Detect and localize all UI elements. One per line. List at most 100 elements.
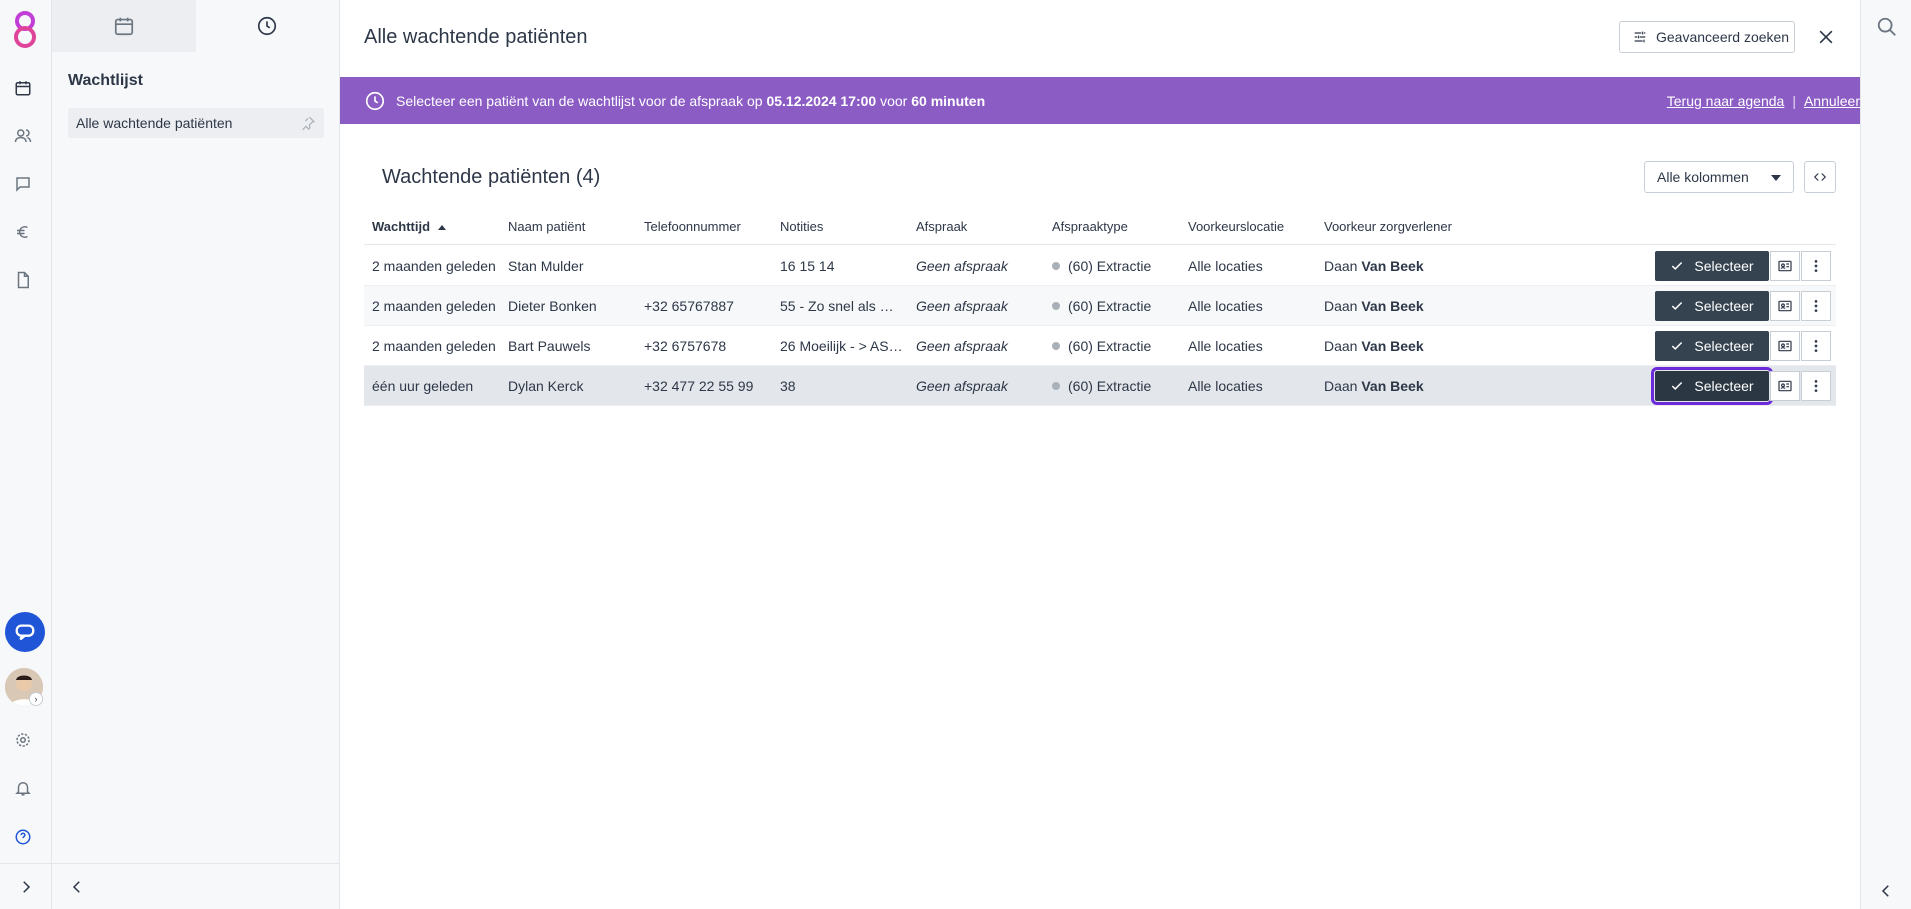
sidebar-item-label: Alle wachtende patiënten [76, 115, 233, 131]
table-row[interactable]: 2 maanden geleden Dieter Bonken +32 657678… [364, 286, 1836, 326]
sidebar-item-all-waiting[interactable]: Alle wachtende patiënten [68, 108, 324, 138]
app-logo-icon[interactable] [8, 8, 42, 52]
patient-card-icon[interactable] [1770, 371, 1800, 401]
patient-card-icon[interactable] [1770, 251, 1800, 281]
close-icon[interactable] [1815, 26, 1837, 48]
provider-last-name: Van Beek [1361, 378, 1424, 394]
advanced-search-button[interactable]: Geavanceerd zoeken [1619, 21, 1795, 53]
settings-gear-icon[interactable] [13, 730, 33, 750]
cell-afspraak: Geen afspraak [916, 366, 1040, 406]
more-options-icon[interactable] [1801, 251, 1831, 281]
support-chat-button[interactable] [5, 612, 45, 652]
col-header-zorgverlener[interactable]: Voorkeur zorgverlener [1324, 219, 1452, 234]
waitlist-sidebar: Wachtlijst Alle wachtende patiënten [52, 0, 340, 909]
table-row[interactable]: 2 maanden geleden Bart Pauwels +32 6757678… [364, 326, 1836, 366]
patient-card-icon[interactable] [1770, 331, 1800, 361]
col-header-afspraak[interactable]: Afspraak [916, 219, 967, 234]
chevron-left-icon[interactable] [1877, 882, 1895, 905]
expand-rail-chevron-icon[interactable] [0, 863, 52, 909]
sidebar-tabs [52, 0, 339, 52]
calendar-icon[interactable] [13, 78, 33, 98]
back-to-agenda-link[interactable]: Terug naar agenda [1667, 93, 1785, 109]
status-dot-icon [1052, 302, 1060, 310]
cell-text: 2 maanden geleden [372, 258, 496, 274]
sort-ascending-icon [438, 225, 447, 231]
select-button-label: Selecteer [1694, 338, 1754, 354]
pin-icon[interactable] [300, 115, 316, 134]
cell-text: 2 maanden geleden [372, 298, 496, 314]
toggle-columns-code-icon[interactable] [1804, 161, 1836, 193]
cell-locatie: Alle locaties [1188, 286, 1312, 326]
check-icon [1672, 261, 1683, 270]
tab-calendar[interactable] [52, 0, 196, 52]
cell-zorgverlener: Daan Van Beek [1324, 286, 1524, 326]
col-header-afspraaktype[interactable]: Afspraaktype [1052, 219, 1128, 234]
check-icon [1672, 301, 1683, 310]
select-patient-button[interactable]: Selecteer [1655, 331, 1769, 361]
tab-waitlist[interactable] [195, 0, 339, 52]
provider-first-name: Daan [1324, 298, 1358, 314]
provider-first-name: Daan [1324, 378, 1358, 394]
banner-separator: | [1792, 92, 1796, 109]
cell-text: Geen afspraak [916, 298, 1008, 314]
collapse-sidebar-chevron-icon[interactable] [52, 863, 340, 909]
cell-text: +32 6757678 [644, 338, 727, 354]
sliders-icon [1634, 31, 1646, 43]
col-header-telefoon[interactable]: Telefoonnummer [644, 219, 741, 234]
select-patient-button[interactable]: Selecteer [1655, 251, 1769, 281]
billing-euro-icon[interactable] [13, 222, 33, 242]
cell-wachttijd: 2 maanden geleden [372, 286, 496, 326]
patient-card-icon[interactable] [1770, 291, 1800, 321]
columns-select[interactable]: Alle kolommen [1644, 161, 1794, 193]
more-options-icon[interactable] [1801, 331, 1831, 361]
banner-datetime: 05.12.2024 17:00 [766, 92, 877, 109]
col-header-locatie[interactable]: Voorkeurslocatie [1188, 219, 1284, 234]
documents-icon[interactable] [13, 270, 33, 290]
notifications-bell-icon[interactable] [13, 778, 33, 798]
select-patient-button[interactable]: Selecteer [1651, 367, 1773, 405]
cell-naam: Stan Mulder [508, 246, 632, 286]
cell-locatie: Alle locaties [1188, 326, 1312, 366]
avatar-chevron-icon[interactable]: › [29, 692, 43, 706]
col-header-notities[interactable]: Notities [780, 219, 823, 234]
search-icon[interactable] [1876, 16, 1898, 43]
cell-afspraak: Geen afspraak [916, 326, 1040, 366]
cell-telefoon [644, 246, 768, 286]
more-options-icon[interactable] [1801, 371, 1831, 401]
clock-tab-icon [258, 16, 277, 36]
cell-text: +32 65767887 [644, 298, 734, 314]
cell-text: één uur geleden [372, 378, 474, 394]
more-options-icon[interactable] [1801, 291, 1831, 321]
cell-text: 38 [780, 378, 796, 394]
patients-icon[interactable] [13, 126, 33, 146]
cell-text: (60) Extractie [1068, 378, 1152, 394]
cell-type: (60) Extractie [1052, 326, 1176, 366]
status-dot-icon [1052, 342, 1060, 350]
check-icon [1672, 341, 1683, 350]
left-rail: › [0, 0, 52, 909]
table-header: Wachttijd Naam patiënt Telefoonnummer No… [364, 209, 1836, 245]
table-row[interactable]: 2 maanden geleden Stan Mulder 16 15 14 Geen… [364, 246, 1836, 286]
messages-icon[interactable] [13, 174, 33, 194]
cell-afspraak: Geen afspraak [916, 246, 1040, 286]
col-header-wachttijd[interactable]: Wachttijd [372, 219, 447, 234]
cell-text: 16 15 14 [780, 258, 835, 274]
cell-text: Alle locaties [1188, 258, 1263, 274]
columns-select-value: Alle kolommen [1657, 169, 1749, 185]
status-dot-icon [1052, 382, 1060, 390]
cell-text: Geen afspraak [916, 378, 1008, 394]
cancel-link[interactable]: Annuleer [1804, 93, 1860, 109]
cell-zorgverlener: Daan Van Beek [1324, 246, 1524, 286]
select-patient-button[interactable]: Selecteer [1655, 291, 1769, 321]
table-row[interactable]: één uur geleden Dylan Kerck +32 477 22 55 … [364, 366, 1836, 406]
help-icon[interactable] [13, 827, 33, 847]
clock-icon [365, 91, 385, 110]
waitlist-table: Wachttijd Naam patiënt Telefoonnummer No… [364, 209, 1836, 406]
cell-text: Dieter Bonken [508, 298, 597, 314]
cell-wachttijd: één uur geleden [372, 366, 496, 406]
cell-zorgverlener: Daan Van Beek [1324, 326, 1524, 366]
banner-prefix: Selecteer een patiënt van de wachtlijst … [396, 92, 763, 109]
cell-naam: Bart Pauwels [508, 326, 632, 366]
cell-wachttijd: 2 maanden geleden [372, 326, 496, 366]
col-header-naam[interactable]: Naam patiënt [508, 219, 585, 234]
